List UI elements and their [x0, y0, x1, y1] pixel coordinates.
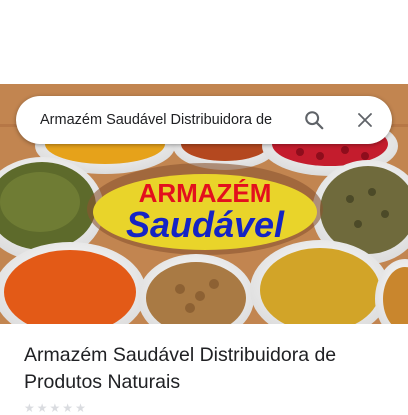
- rating-stars: ★ ★ ★ ★ ★: [24, 402, 86, 414]
- clear-search-button[interactable]: [349, 104, 381, 136]
- search-bar[interactable]: Armazém Saudável Distribuidora de: [16, 96, 392, 144]
- top-blank-area: [0, 0, 408, 84]
- search-icon: [305, 111, 324, 130]
- place-title: Armazém Saudável Distribuidora de Produt…: [24, 344, 337, 393]
- star-icon: ★: [36, 401, 48, 415]
- star-icon: ★: [62, 401, 74, 415]
- star-icon: ★: [24, 401, 35, 415]
- close-icon: [358, 113, 372, 127]
- search-input[interactable]: Armazém Saudável Distribuidora de: [40, 96, 302, 144]
- search-button[interactable]: [298, 104, 330, 136]
- star-icon: ★: [75, 401, 86, 415]
- star-icon: ★: [49, 401, 61, 415]
- logo-line2: Saudável: [126, 204, 285, 245]
